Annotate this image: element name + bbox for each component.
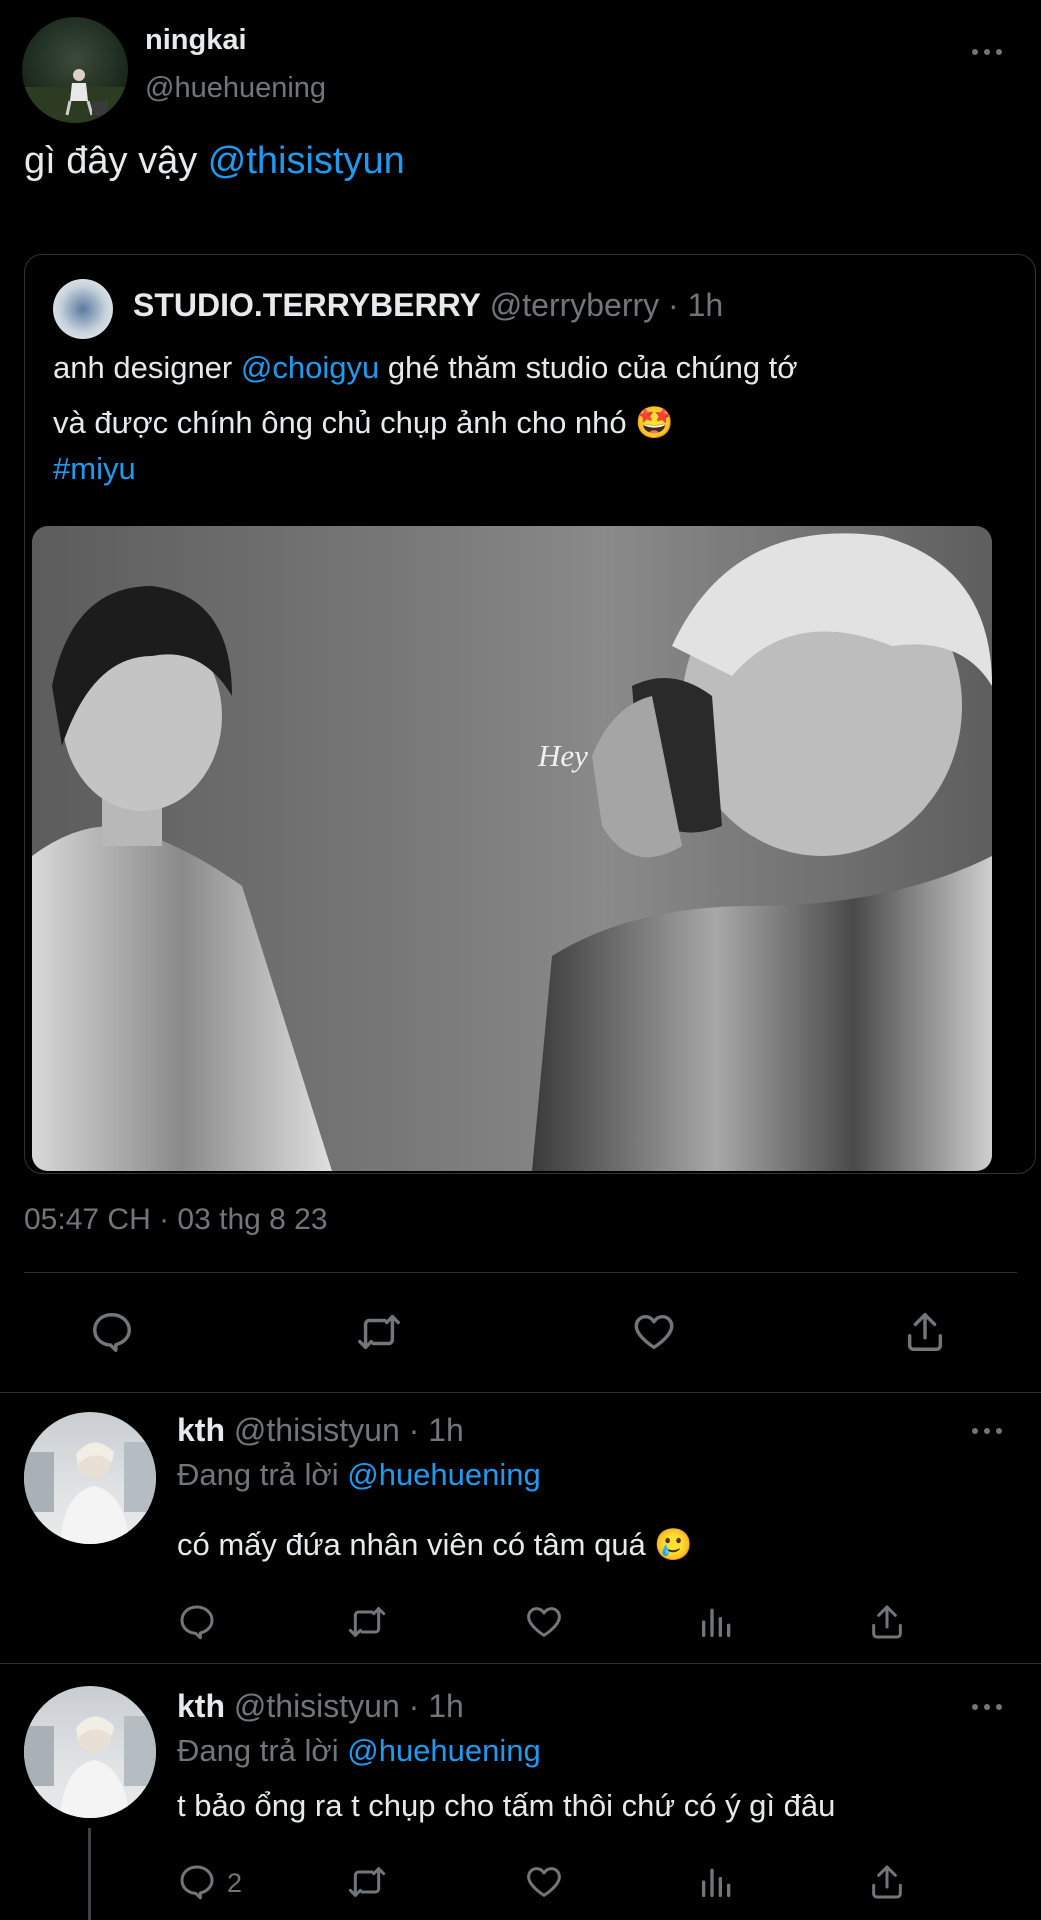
avatar-figure	[22, 69, 128, 123]
reply-avatar[interactable]	[24, 1412, 156, 1544]
author-display-name[interactable]: ningkai	[145, 24, 247, 57]
more-icon[interactable]	[970, 46, 1004, 58]
reply-text: có mấy đứa nhân viên có tâm quá 🥲	[177, 1527, 694, 1562]
quoted-media-image[interactable]: Hey	[32, 526, 992, 1171]
divider	[0, 1663, 1041, 1664]
tweet-timestamp[interactable]: 05:47 CH · 03 thg 8 23	[24, 1203, 328, 1237]
share-icon[interactable]	[867, 1602, 907, 1642]
reply-header: kth @thisistyun · 1h	[177, 1688, 464, 1725]
divider	[24, 1272, 1017, 1273]
thread-line	[88, 1828, 91, 1920]
reply-count: 2	[227, 1868, 243, 1898]
quoted-hashtag[interactable]: #miyu	[53, 451, 136, 487]
reply-handle-time[interactable]: @thisistyun · 1h	[234, 1688, 464, 1724]
share-icon[interactable]	[902, 1309, 948, 1355]
like-icon[interactable]	[631, 1309, 677, 1355]
quoted-text-line2: và được chính ông chủ chụp ảnh cho nhó 🤩	[53, 405, 674, 440]
replying-to-prefix: Đang trả lời	[177, 1457, 348, 1492]
divider	[0, 1392, 1041, 1393]
reply-avatar[interactable]	[24, 1686, 156, 1818]
more-icon[interactable]	[970, 1425, 1004, 1437]
replying-to-link[interactable]: @huehuening	[347, 1457, 541, 1492]
tweet-text-prefix: gì đây vậy	[24, 140, 208, 182]
tweet-mention-link[interactable]: @thisistyun	[208, 140, 405, 182]
replying-to-link[interactable]: @huehuening	[347, 1733, 541, 1768]
reply-action-bar	[177, 1602, 917, 1646]
quoted-mention-link[interactable]: @choigyu	[241, 350, 379, 385]
reply-icon[interactable]	[177, 1602, 217, 1642]
quoted-avatar[interactable]	[53, 279, 113, 339]
replying-to: Đang trả lời @huehuening	[177, 1733, 541, 1769]
more-icon[interactable]	[970, 1701, 1004, 1713]
quoted-header: STUDIO.TERRYBERRY @terryberry · 1h	[133, 287, 723, 324]
retweet-icon[interactable]	[356, 1309, 402, 1355]
quoted-display-name[interactable]: STUDIO.TERRYBERRY	[133, 287, 481, 323]
like-icon[interactable]	[524, 1862, 564, 1902]
reply-icon[interactable]	[177, 1862, 217, 1902]
quoted-text-line1: anh designer @choigyu ghé thăm studio củ…	[53, 350, 798, 386]
author-handle[interactable]: @huehuening	[145, 72, 326, 105]
views-icon[interactable]	[697, 1862, 737, 1902]
reply-display-name[interactable]: kth	[177, 1688, 225, 1724]
replying-to: Đang trả lời @huehuening	[177, 1457, 541, 1493]
share-icon[interactable]	[867, 1862, 907, 1902]
image-caption: Hey	[538, 738, 588, 773]
retweet-icon[interactable]	[347, 1862, 387, 1902]
reply-text: t bảo ổng ra t chụp cho tấm thôi chứ có …	[177, 1788, 836, 1823]
author-avatar[interactable]	[22, 17, 128, 123]
like-icon[interactable]	[524, 1602, 564, 1642]
quoted-text-suffix: ghé thăm studio của chúng tớ	[379, 350, 798, 385]
views-icon[interactable]	[697, 1602, 737, 1642]
avatar-figure	[24, 1442, 156, 1544]
reply-icon[interactable]	[89, 1309, 135, 1355]
reply-header: kth @thisistyun · 1h	[177, 1412, 464, 1449]
reply-action-bar: 2	[177, 1862, 917, 1906]
quoted-text-prefix: anh designer	[53, 350, 241, 385]
reply-display-name[interactable]: kth	[177, 1412, 225, 1448]
quoted-handle-time[interactable]: @terryberry · 1h	[490, 287, 723, 323]
reply-handle-time[interactable]: @thisistyun · 1h	[234, 1412, 464, 1448]
photo-illustration	[32, 533, 992, 1171]
replying-to-prefix: Đang trả lời	[177, 1733, 348, 1768]
avatar-figure	[24, 1716, 156, 1818]
retweet-icon[interactable]	[347, 1602, 387, 1642]
tweet-text: gì đây vậy @thisistyun	[24, 140, 405, 183]
